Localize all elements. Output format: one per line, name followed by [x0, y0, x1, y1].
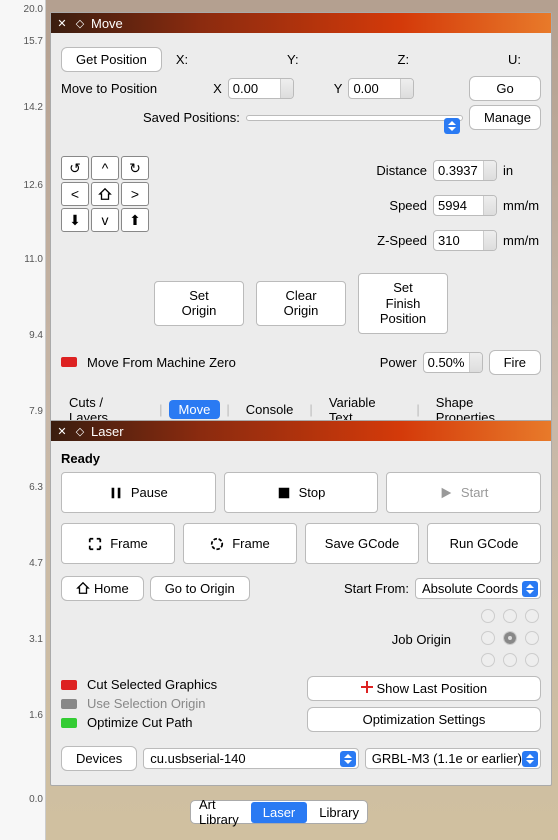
btab-art-library[interactable]: Art Library: [187, 794, 251, 830]
origin-bc[interactable]: [503, 653, 517, 667]
frame-rect-icon: [88, 537, 102, 551]
devices-button[interactable]: Devices: [61, 746, 137, 771]
origin-ml[interactable]: [481, 631, 495, 645]
jog-down-button[interactable]: v: [91, 208, 119, 232]
jog-home-button[interactable]: [91, 182, 119, 206]
x-label: X: [213, 81, 222, 96]
port-select[interactable]: cu.usbserial-140: [143, 748, 358, 769]
origin-mc[interactable]: [503, 631, 517, 645]
tab-console[interactable]: Console: [236, 400, 304, 419]
frame-circle-button[interactable]: Frame: [183, 523, 297, 564]
move-to-position-label: Move to Position: [61, 81, 157, 96]
manage-button[interactable]: Manage: [469, 105, 541, 130]
home-icon: [76, 581, 90, 595]
jog-zdown-button[interactable]: ⬇: [61, 208, 89, 232]
y-axis-label: Y:: [287, 52, 299, 67]
controller-select[interactable]: GRBL-M3 (1.1e or earlier): [365, 748, 541, 769]
speed-label: Speed: [389, 198, 427, 213]
chevron-updown-icon: [340, 751, 356, 767]
chevron-updown-icon: [522, 581, 538, 597]
power-input[interactable]: [423, 352, 483, 373]
home-icon: [98, 187, 112, 201]
fire-button[interactable]: Fire: [489, 350, 541, 375]
laser-panel-title-bar[interactable]: ✕ ◇ Laser: [51, 421, 551, 441]
tab-move[interactable]: Move: [169, 400, 221, 419]
run-gcode-button[interactable]: Run GCode: [427, 523, 541, 564]
job-origin-grid: [481, 609, 541, 669]
power-label: Power: [380, 355, 417, 370]
move-from-zero-checkbox[interactable]: [61, 357, 77, 367]
get-position-button[interactable]: Get Position: [61, 47, 162, 72]
jog-pad: ↺ ^ ↻ < > ⬇ v ⬆: [61, 156, 149, 232]
jog-zup-button[interactable]: ⬆: [121, 208, 149, 232]
start-button[interactable]: Start: [386, 472, 541, 513]
optimization-settings-button[interactable]: Optimization Settings: [307, 707, 541, 732]
go-button[interactable]: Go: [469, 76, 541, 101]
jog-ccw-button[interactable]: ↺: [61, 156, 89, 180]
zspeed-label: Z-Speed: [377, 233, 427, 248]
origin-tc[interactable]: [503, 609, 517, 623]
jog-up-button[interactable]: ^: [91, 156, 119, 180]
frame-rect-button[interactable]: Frame: [61, 523, 175, 564]
panel-title: Move: [91, 16, 123, 31]
btab-laser[interactable]: Laser: [251, 802, 308, 823]
cut-selected-checkbox[interactable]: [61, 680, 77, 690]
stop-button[interactable]: Stop: [224, 472, 379, 513]
clear-origin-button[interactable]: Clear Origin: [256, 281, 346, 326]
jog-left-button[interactable]: <: [61, 182, 89, 206]
u-axis-label: U:: [508, 52, 521, 67]
x-input[interactable]: [228, 78, 294, 99]
home-button[interactable]: Home: [61, 576, 144, 601]
saved-positions-label: Saved Positions:: [143, 110, 240, 125]
status-label: Ready: [61, 451, 541, 466]
job-origin-label: Job Origin: [392, 632, 451, 647]
y-label: Y: [334, 81, 343, 96]
close-icon[interactable]: ✕: [55, 424, 69, 438]
pause-button[interactable]: Pause: [61, 472, 216, 513]
use-selection-origin-checkbox[interactable]: [61, 699, 77, 709]
distance-label: Distance: [376, 163, 427, 178]
panel-title: Laser: [91, 424, 124, 439]
origin-tr[interactable]: [525, 609, 539, 623]
go-to-origin-button[interactable]: Go to Origin: [150, 576, 250, 601]
speed-input[interactable]: [433, 195, 497, 216]
origin-bl[interactable]: [481, 653, 495, 667]
distance-input[interactable]: [433, 160, 497, 181]
frame-circle-icon: [210, 537, 224, 551]
close-icon[interactable]: ✕: [55, 16, 69, 30]
detach-icon[interactable]: ◇: [73, 16, 87, 30]
optimize-cut-path-checkbox[interactable]: [61, 718, 77, 728]
pause-icon: [109, 486, 123, 500]
crosshair-icon: [361, 681, 373, 693]
chevron-updown-icon: [444, 118, 460, 134]
start-from-label: Start From:: [344, 581, 409, 596]
show-last-position-button[interactable]: Show Last Position: [307, 676, 541, 701]
origin-tl[interactable]: [481, 609, 495, 623]
stop-icon: [277, 486, 291, 500]
jog-right-button[interactable]: >: [121, 182, 149, 206]
vertical-ruler: 20.0 15.7 14.2 12.6 11.0 9.4 7.9 6.3 4.7…: [0, 0, 46, 840]
zspeed-input[interactable]: [433, 230, 497, 251]
move-panel: ✕ ◇ Move Get Position X: Y: Z: U: Move t…: [50, 12, 552, 432]
x-axis-label: X:: [176, 52, 188, 67]
laser-panel: ✕ ◇ Laser Ready Pause Stop Start Frame: [50, 420, 552, 786]
origin-br[interactable]: [525, 653, 539, 667]
set-finish-position-button[interactable]: Set Finish Position: [358, 273, 448, 334]
jog-cw-button[interactable]: ↻: [121, 156, 149, 180]
saved-positions-select[interactable]: [246, 115, 463, 121]
bottom-tabs: Art Library Laser Library: [190, 800, 368, 824]
z-axis-label: Z:: [398, 52, 410, 67]
y-input[interactable]: [348, 78, 414, 99]
detach-icon[interactable]: ◇: [73, 424, 87, 438]
start-from-select[interactable]: Absolute Coords: [415, 578, 541, 599]
move-panel-title-bar[interactable]: ✕ ◇ Move: [51, 13, 551, 33]
play-icon: [439, 486, 453, 500]
btab-library[interactable]: Library: [307, 802, 371, 823]
chevron-updown-icon: [522, 751, 538, 767]
save-gcode-button[interactable]: Save GCode: [305, 523, 419, 564]
origin-mr[interactable]: [525, 631, 539, 645]
set-origin-button[interactable]: Set Origin: [154, 281, 244, 326]
